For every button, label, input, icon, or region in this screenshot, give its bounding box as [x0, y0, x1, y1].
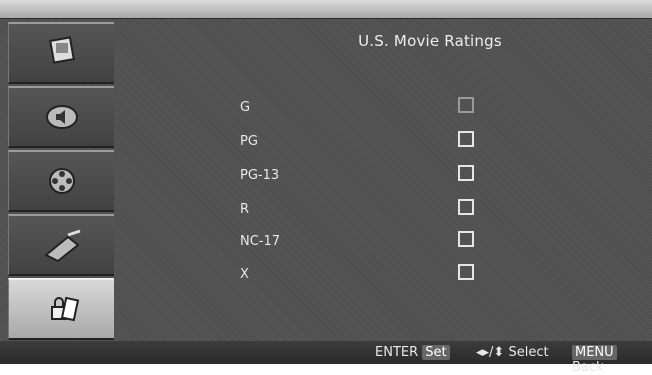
rating-row-r[interactable]: R	[240, 199, 500, 223]
rating-label: X	[240, 267, 249, 282]
menu-tab-lock[interactable]	[8, 278, 114, 340]
rating-row-g[interactable]: G	[240, 97, 500, 121]
rating-label: G	[240, 100, 251, 115]
rating-checkbox[interactable]	[458, 264, 474, 280]
menu-sidebar	[8, 22, 114, 340]
rating-row-nc17[interactable]: NC-17	[240, 231, 500, 255]
lock-icon	[50, 296, 79, 322]
rating-label: PG	[240, 134, 258, 149]
menu-tab-channel[interactable]	[8, 150, 114, 212]
menu-hint: MENU Back	[572, 345, 652, 375]
rating-row-x[interactable]: X	[240, 264, 500, 288]
top-bezel	[0, 0, 652, 19]
audio-icon	[45, 105, 78, 129]
menu-tab-setup[interactable]	[8, 214, 114, 276]
rating-label: PG-13	[240, 168, 280, 183]
rating-checkbox[interactable]	[458, 231, 474, 247]
menu-tab-audio[interactable]	[8, 86, 114, 148]
menu-action-label: Back	[572, 360, 604, 375]
rating-checkbox[interactable]	[458, 97, 474, 113]
rating-row-pg[interactable]: PG	[240, 131, 500, 155]
film-reel-icon	[48, 168, 75, 194]
rating-checkbox[interactable]	[458, 165, 474, 181]
select-action-label: Select	[508, 345, 549, 360]
enter-action-label: Set	[422, 345, 450, 360]
picture-icon	[48, 36, 75, 64]
enter-key-label: ENTER	[375, 345, 419, 360]
rating-label: R	[240, 202, 250, 217]
arrow-keys-icon: ◂▸/⬍	[476, 345, 505, 360]
select-hint: ◂▸/⬍ Select	[476, 345, 549, 360]
osd-screen: U.S. Movie Ratings G PG PG-13 R NC-17 X …	[0, 0, 652, 375]
setup-icon	[43, 229, 80, 263]
rating-label: NC-17	[240, 234, 281, 249]
menu-key-label: MENU	[572, 345, 617, 360]
enter-hint: ENTER Set	[375, 345, 452, 360]
rating-checkbox[interactable]	[458, 199, 474, 215]
page-title: U.S. Movie Ratings	[358, 32, 502, 50]
rating-row-pg13[interactable]: PG-13	[240, 165, 500, 189]
rating-checkbox[interactable]	[458, 131, 474, 147]
help-bar	[0, 341, 652, 364]
menu-tab-picture[interactable]	[8, 22, 114, 84]
